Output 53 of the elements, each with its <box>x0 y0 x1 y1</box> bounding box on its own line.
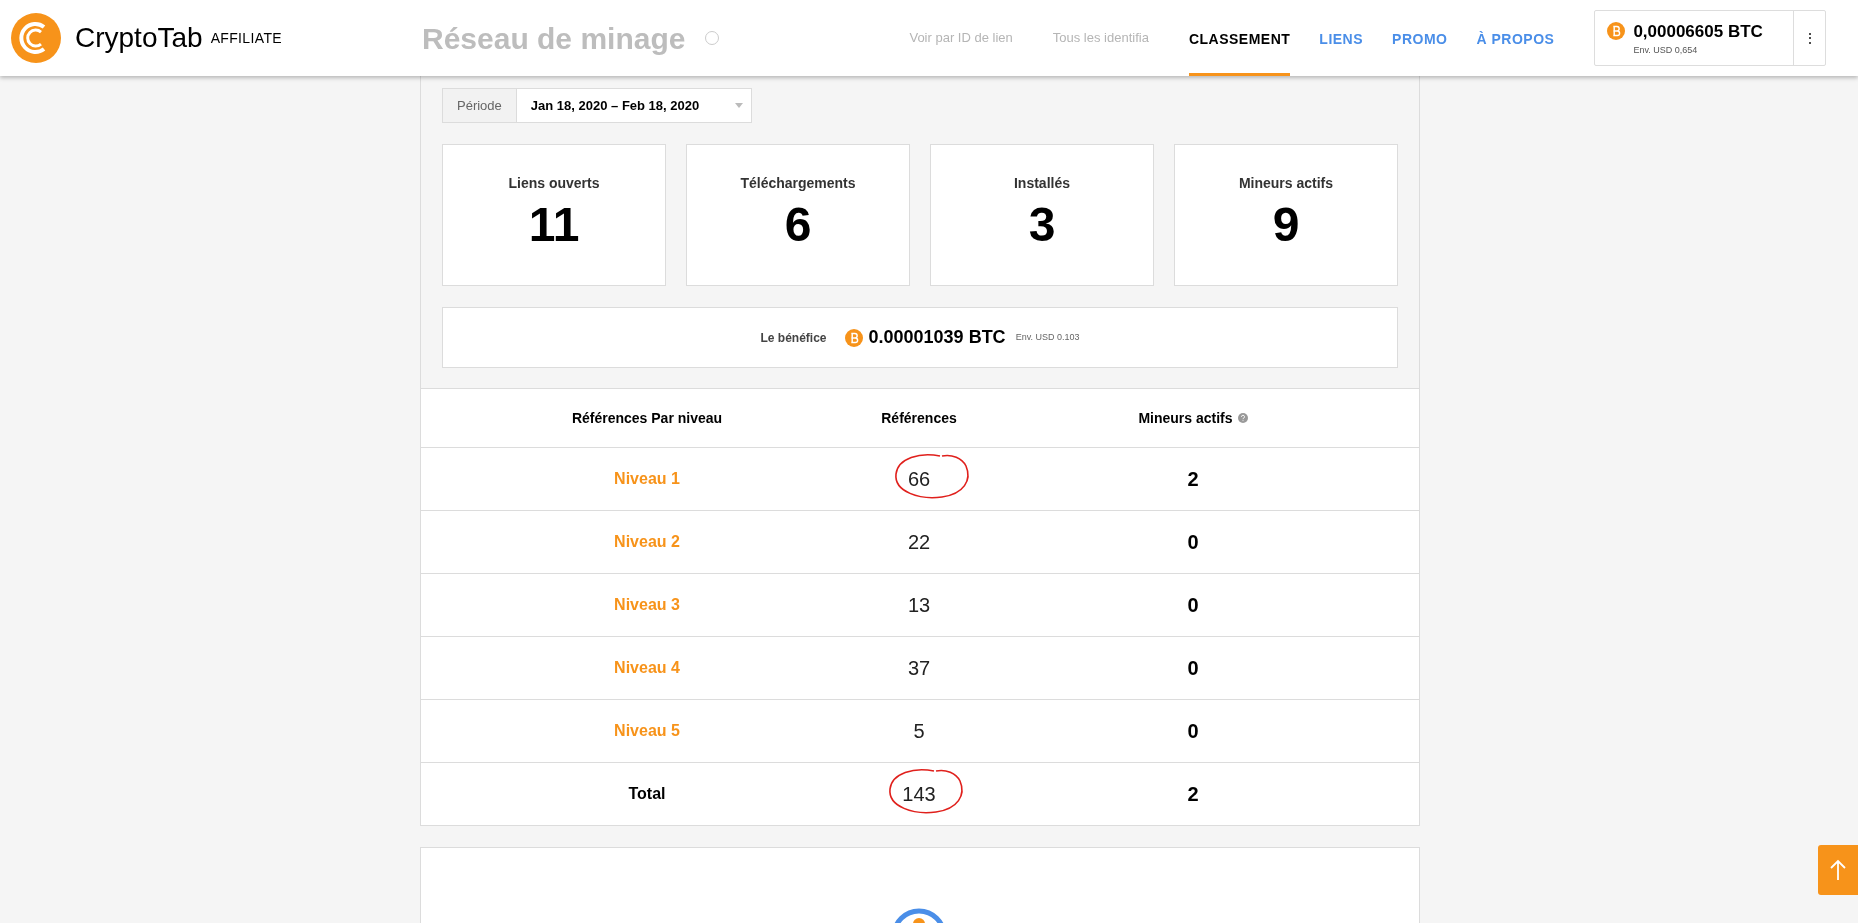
stat-value: 9 <box>1272 197 1300 253</box>
period-value: Jan 18, 2020 – Feb 18, 2020 <box>529 96 701 115</box>
table-cell: 143 <box>902 779 936 809</box>
stat-label: Mineurs actifs <box>1238 174 1334 193</box>
table-cell-text: 0 <box>1187 656 1199 681</box>
profit-label: Le bénéfice <box>760 329 827 347</box>
table-cell-text: 22 <box>907 530 931 555</box>
stat-value: 6 <box>784 197 812 253</box>
nav-tab[interactable]: PROMO <box>1392 0 1448 76</box>
filter-link[interactable]: Tous les identifia <box>1052 28 1149 48</box>
table-cell-text: 37 <box>907 656 931 681</box>
table-cell-text: 5 <box>913 719 925 744</box>
bitcoin-icon <box>844 328 863 347</box>
table-cell-text: 2 <box>1187 467 1199 492</box>
level-link[interactable]: Niveau 3 <box>614 593 680 617</box>
help-icon <box>1237 413 1248 423</box>
profit-usd: Env. USD 0.103 <box>1015 330 1080 344</box>
table-cell-text: 2 <box>1187 782 1199 807</box>
table-cell: 66 <box>907 464 931 494</box>
stat-value: 3 <box>1028 197 1056 253</box>
profit-amount: 0.00001039 BTC <box>868 326 1006 349</box>
brand-suffix: AFFILIATE <box>210 28 282 48</box>
page-title: Réseau de minage <box>422 20 686 57</box>
level-link[interactable]: Niveau 1 <box>614 467 680 491</box>
balance-amount: 0,00006605 BTC <box>1633 20 1763 43</box>
filter-link[interactable]: Voir par ID de lien <box>909 28 1013 48</box>
level-link[interactable]: Niveau 5 <box>614 719 680 743</box>
more-menu-button[interactable]: ⋮ <box>1793 11 1826 65</box>
caret-icon <box>735 103 743 108</box>
table-cell-text: 0 <box>1187 719 1199 744</box>
period-selector[interactable]: Période Jan 18, 2020 – Feb 18, 2020 <box>442 88 752 123</box>
scroll-to-top-button[interactable] <box>1818 845 1858 895</box>
stat-label: Installés <box>1014 174 1070 193</box>
logo-icon <box>11 13 61 63</box>
level-link[interactable]: Niveau 4 <box>614 656 680 680</box>
table-cell-text: 0 <box>1187 530 1199 555</box>
stat-label: Liens ouverts <box>508 174 600 193</box>
stat-value: 11 <box>528 197 580 253</box>
arrow-up-icon <box>1830 859 1846 881</box>
column-header: Mineurs actifs <box>1138 407 1248 429</box>
stat-label: Téléchargements <box>740 174 856 193</box>
table-cell-text: 0 <box>1187 593 1199 618</box>
column-header: Références <box>881 408 957 428</box>
brand-name: CryptoTab <box>75 21 203 55</box>
column-header: Références Par niveau <box>571 408 723 428</box>
table-cell-text: 13 <box>907 593 931 618</box>
nav-tab[interactable]: À PROPOS <box>1476 0 1555 76</box>
nav-tab[interactable]: LIENS <box>1319 0 1364 76</box>
balance-usd: Env. USD 0,654 <box>1633 44 1699 57</box>
total-label: Total <box>628 784 666 804</box>
period-label: Période <box>443 89 517 122</box>
bitcoin-icon <box>1607 22 1626 41</box>
level-link[interactable]: Niveau 2 <box>614 530 680 554</box>
